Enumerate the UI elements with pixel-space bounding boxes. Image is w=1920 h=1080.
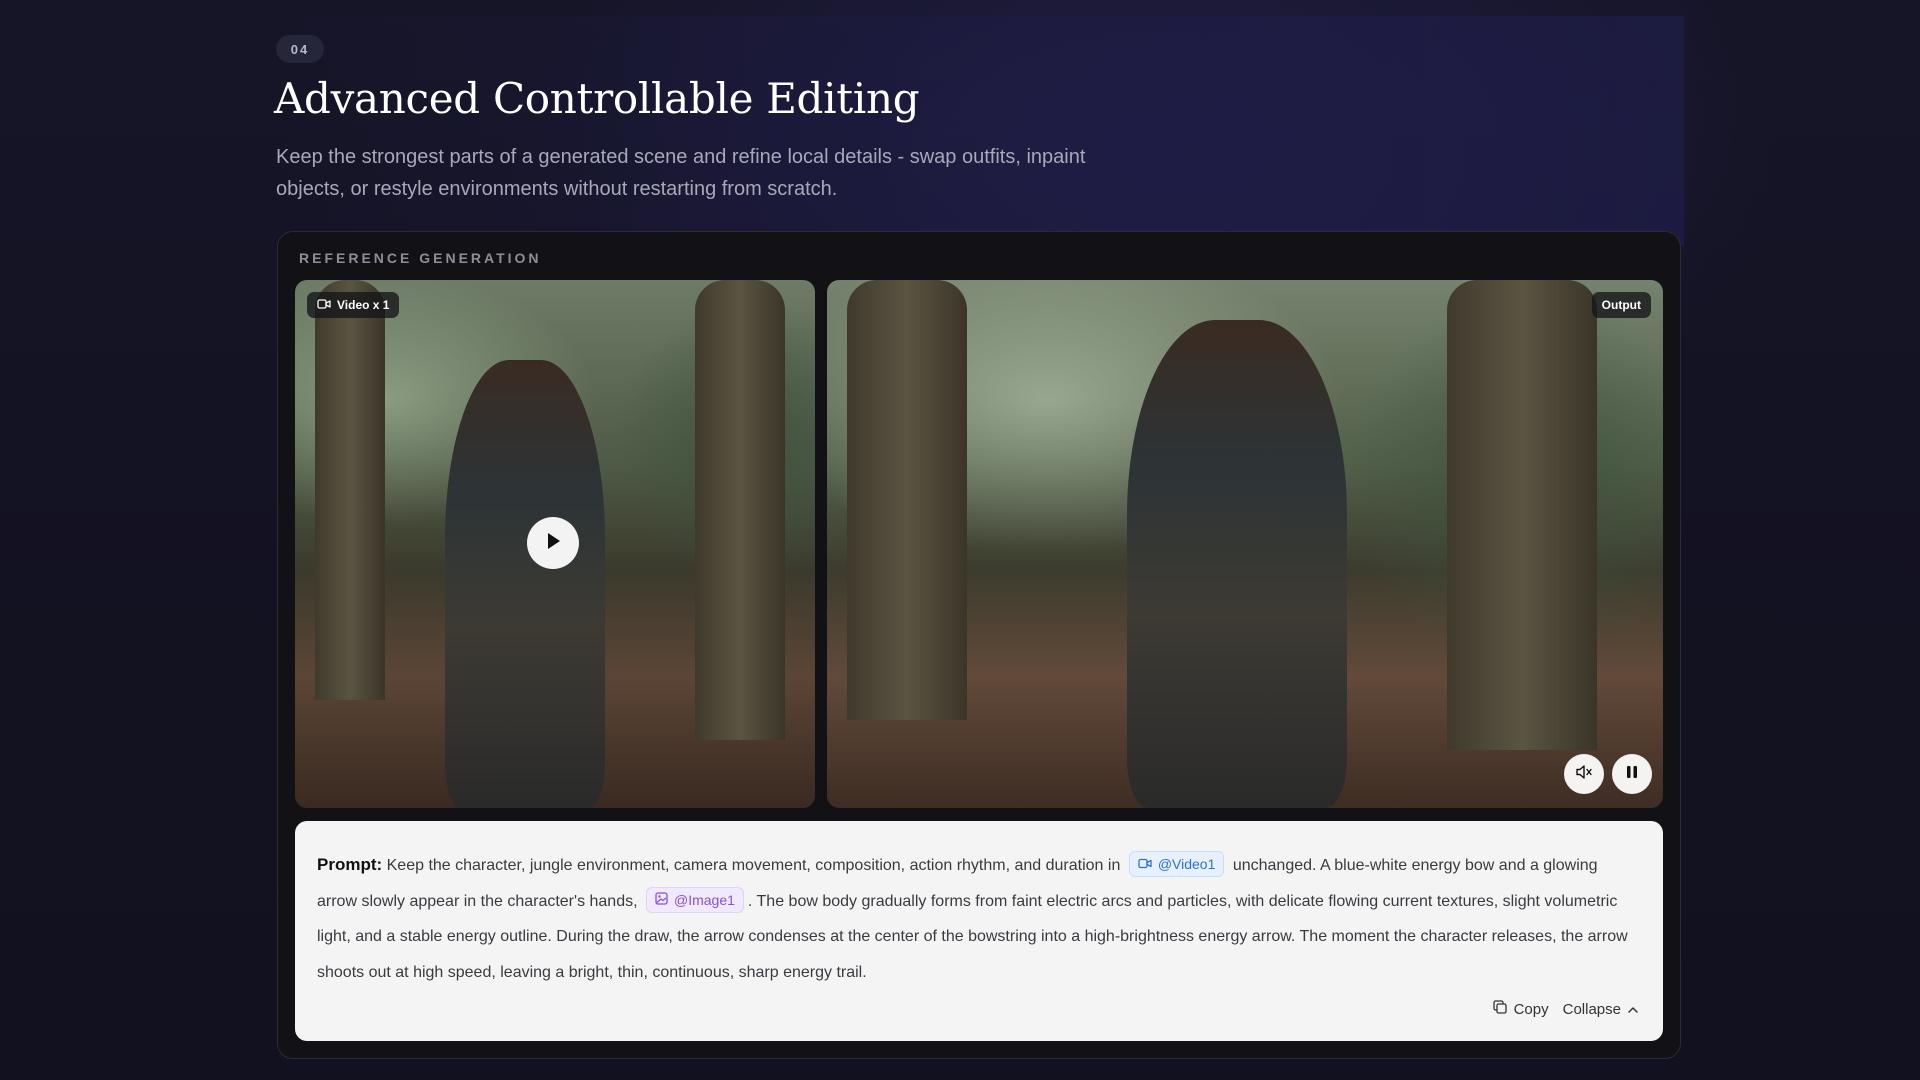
image-reference-label: @Image1 [674,891,735,908]
reference-generation-card: REFERENCE GENERATION Video x 1 Output Pr… [277,231,1681,1059]
prompt-segment: Keep the character, jungle environment, … [386,857,1121,874]
prompt-label: Prompt: [317,855,383,874]
copy-button[interactable]: Copy [1492,999,1549,1019]
character-figure [1127,320,1347,808]
output-media-badge: Output [1591,292,1651,318]
video-camera-icon [1138,852,1152,876]
tree-trunk [1447,280,1597,750]
section-number-badge: 04 [276,35,324,63]
reference-badge-label: Video x 1 [337,298,390,312]
tree-trunk [847,280,967,720]
play-icon [544,531,562,556]
pause-button[interactable] [1612,754,1652,794]
character-figure [445,360,605,808]
image-reference-chip[interactable]: @Image1 [646,886,744,913]
prompt-text: Prompt: Keep the character, jungle envir… [317,847,1639,990]
reference-video[interactable]: Video x 1 [295,280,815,808]
chevron-up-icon [1627,1001,1639,1018]
prompt-panel: Prompt: Keep the character, jungle envir… [295,821,1663,1041]
header-glow [260,16,1684,246]
volume-muted-icon [1575,764,1593,785]
reference-media-badge: Video x 1 [307,292,400,318]
page-title: Advanced Controllable Editing [274,74,920,123]
card-label: REFERENCE GENERATION [299,250,542,266]
image-icon [655,888,668,912]
page: 04 Advanced Controllable Editing Keep th… [0,0,1920,1080]
collapse-button[interactable]: Collapse [1563,1001,1639,1018]
output-video[interactable]: Output [827,280,1663,808]
tree-trunk [695,280,785,740]
mute-button[interactable] [1564,754,1604,794]
copy-icon [1492,999,1508,1019]
prompt-actions: Copy Collapse [1492,999,1639,1019]
page-subtitle: Keep the strongest parts of a generated … [276,146,1086,200]
video-reference-chip[interactable]: @Video1 [1128,851,1225,877]
tree-trunk [315,280,385,700]
video-reference-label: @Video1 [1157,856,1216,872]
play-button[interactable] [527,517,579,569]
pause-icon [1625,764,1639,785]
collapse-label: Collapse [1562,1000,1621,1018]
copy-label: Copy [1513,1000,1549,1018]
video-camera-icon [317,298,331,313]
